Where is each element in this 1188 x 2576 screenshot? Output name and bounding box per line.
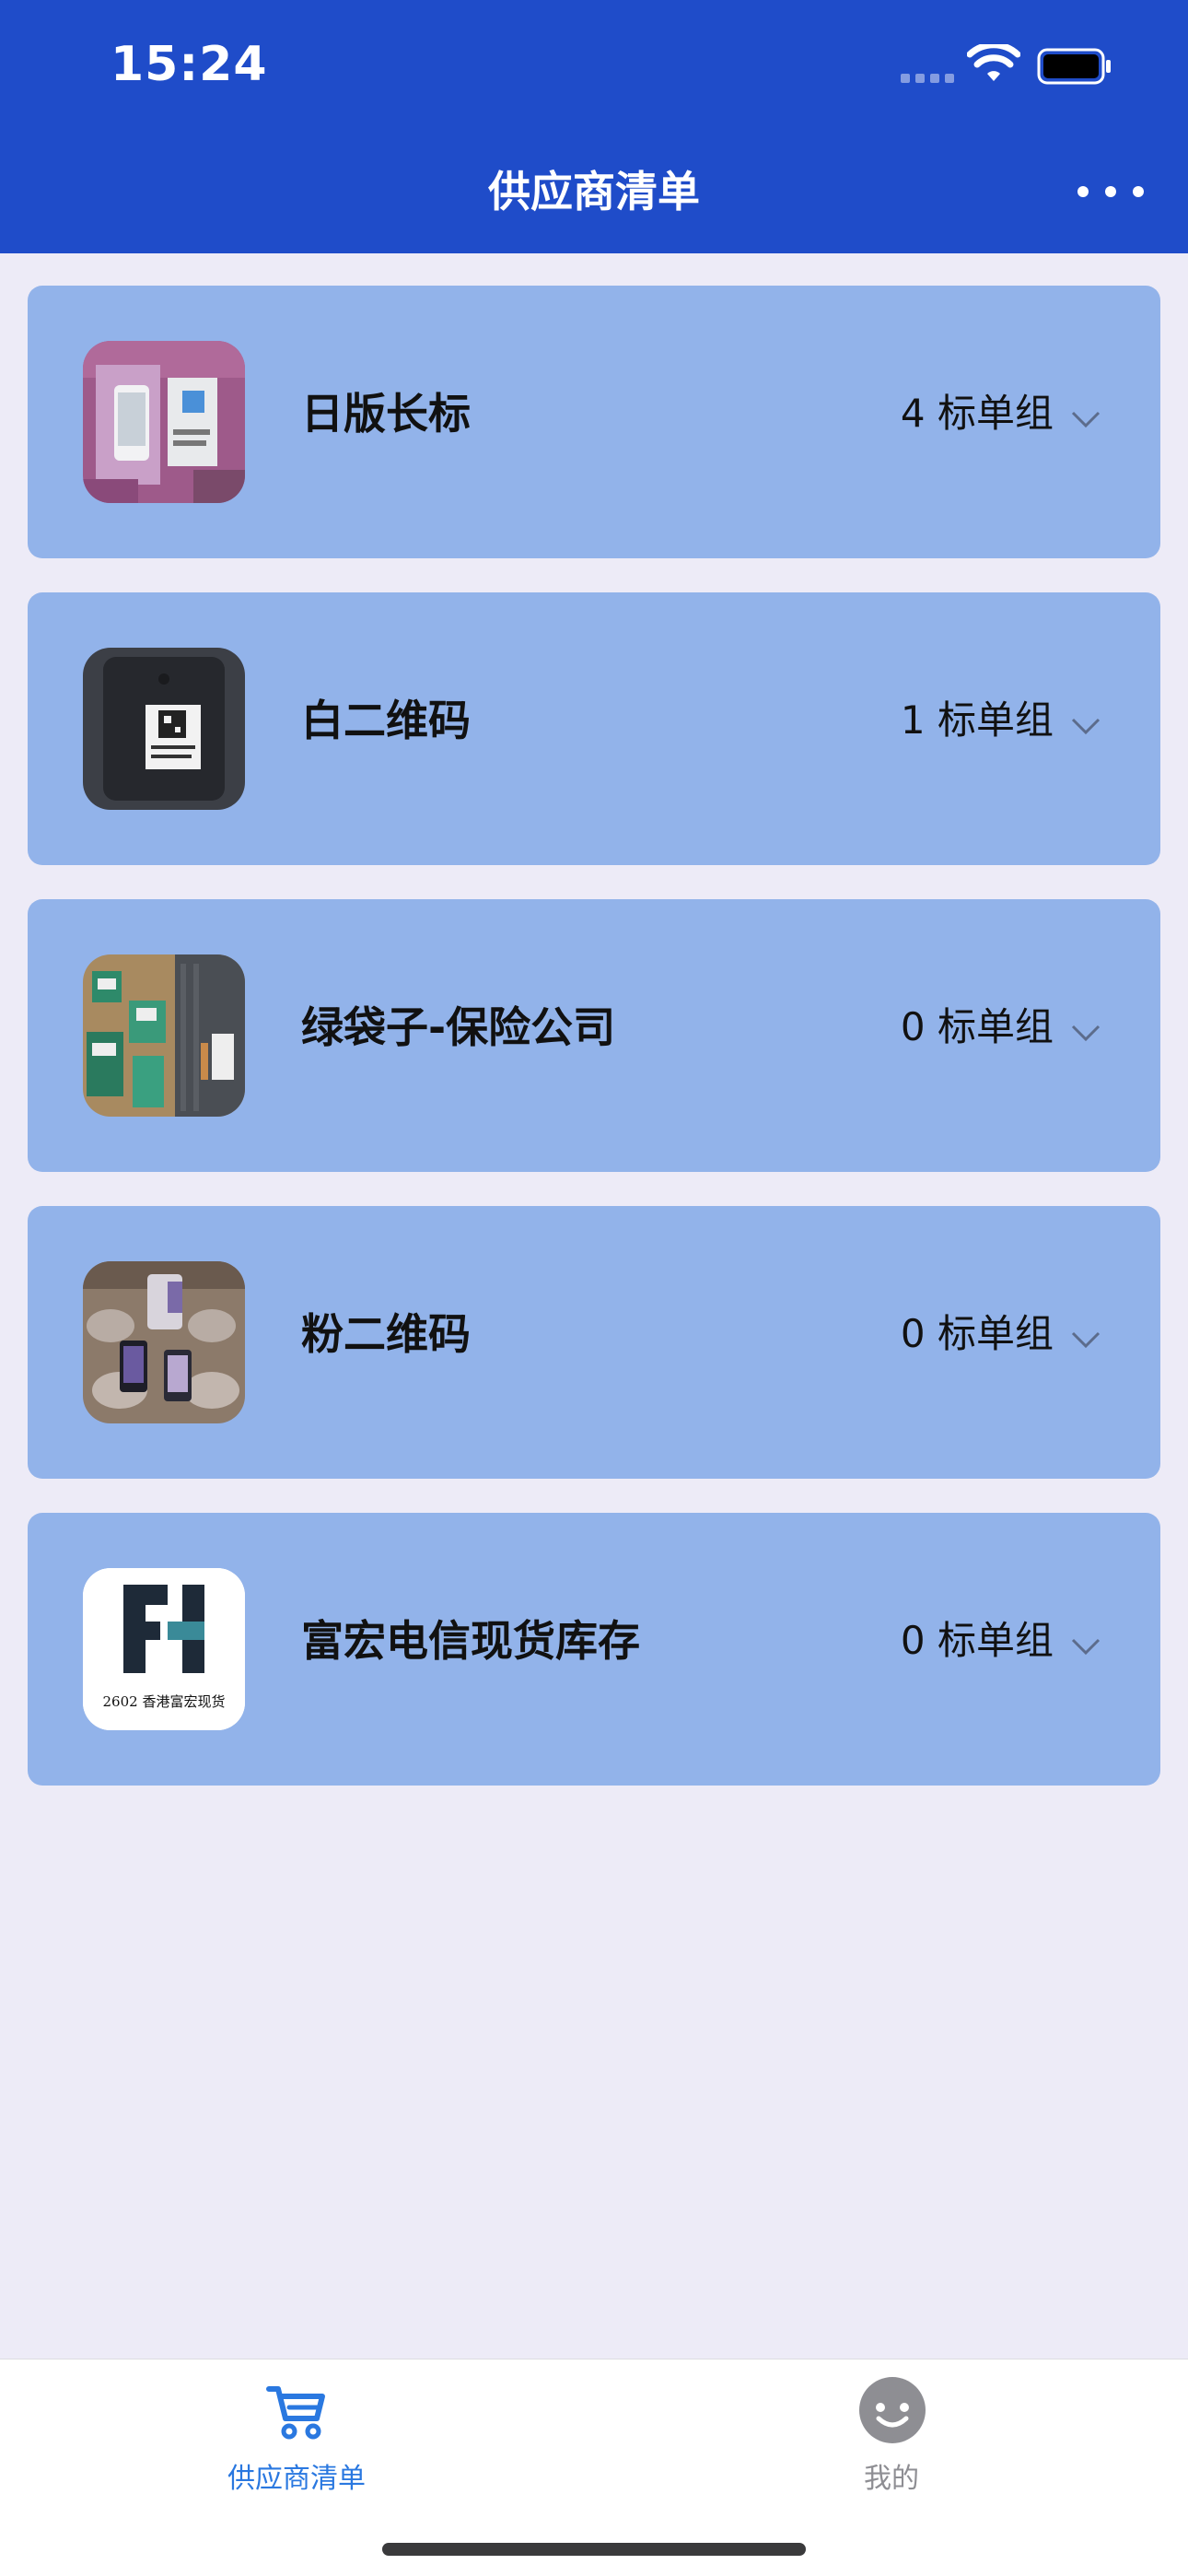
page-title: 供应商清单 (488, 167, 700, 217)
supplier-thumbnail: 2602 香港富宏现货 (83, 1568, 245, 1730)
cart-icon (266, 2386, 325, 2440)
group-count: 0 标单组 (900, 1004, 1054, 1049)
supplier-thumbnail (83, 954, 245, 1117)
chevron-down-icon[interactable] (1070, 1636, 1101, 1657)
group-count: 4 标单组 (900, 391, 1054, 436)
chevron-down-icon[interactable] (1070, 1329, 1101, 1350)
group-count: 1 标单组 (900, 697, 1054, 743)
supplier-name: 白二维码 (301, 696, 471, 745)
supplier-name: 绿袋子-保险公司 (301, 1002, 616, 1052)
battery-icon (1037, 48, 1111, 85)
supplier-card[interactable]: 日版长标 4 标单组 (28, 286, 1160, 558)
photo-green-bags-icon (83, 954, 245, 1117)
smiley-icon (859, 2377, 926, 2443)
supplier-thumbnail (83, 648, 245, 810)
tab-mine[interactable]: 我的 (753, 2376, 1030, 2496)
header-bar: 15:24 供应商清单 (0, 0, 1188, 253)
wifi-icon (967, 44, 1020, 81)
supplier-thumbnail (83, 341, 245, 503)
tab-supplier-list[interactable]: 供应商清单 (158, 2376, 435, 2496)
chevron-down-icon[interactable] (1070, 1023, 1101, 1043)
logo-caption: 2602 香港富宏现货 (103, 1693, 226, 1710)
supplier-card[interactable]: 绿袋子-保险公司 0 标单组 (28, 899, 1160, 1172)
status-time: 15:24 (111, 37, 268, 92)
supplier-card[interactable]: 粉二维码 0 标单组 (28, 1206, 1160, 1479)
tab-label: 供应商清单 (227, 2463, 366, 2495)
group-count: 0 标单组 (900, 1311, 1054, 1356)
group-count: 0 标单组 (900, 1618, 1054, 1663)
supplier-name: 粉二维码 (301, 1309, 471, 1359)
cellular-signal-icon (901, 74, 954, 83)
supplier-name: 富宏电信现货库存 (301, 1616, 640, 1666)
supplier-card[interactable]: 2602 香港富宏现货 富宏电信现货库存 0 标单组 (28, 1513, 1160, 1786)
supplier-thumbnail (83, 1261, 245, 1423)
chevron-down-icon[interactable] (1070, 409, 1101, 429)
supplier-card[interactable]: 白二维码 1 标单组 (28, 592, 1160, 865)
chevron-down-icon[interactable] (1070, 716, 1101, 736)
photo-phones-wrapped-icon (83, 1261, 245, 1423)
tab-label: 我的 (864, 2463, 919, 2495)
logo-fh-icon: 2602 香港富宏现货 (83, 1568, 245, 1730)
more-options-button[interactable] (1077, 175, 1144, 208)
home-indicator[interactable] (382, 2543, 806, 2556)
photo-phones-pink-bags-icon (83, 341, 245, 503)
more-icon (1077, 186, 1089, 197)
photo-qr-label-icon (83, 648, 245, 810)
supplier-name: 日版长标 (301, 389, 471, 439)
